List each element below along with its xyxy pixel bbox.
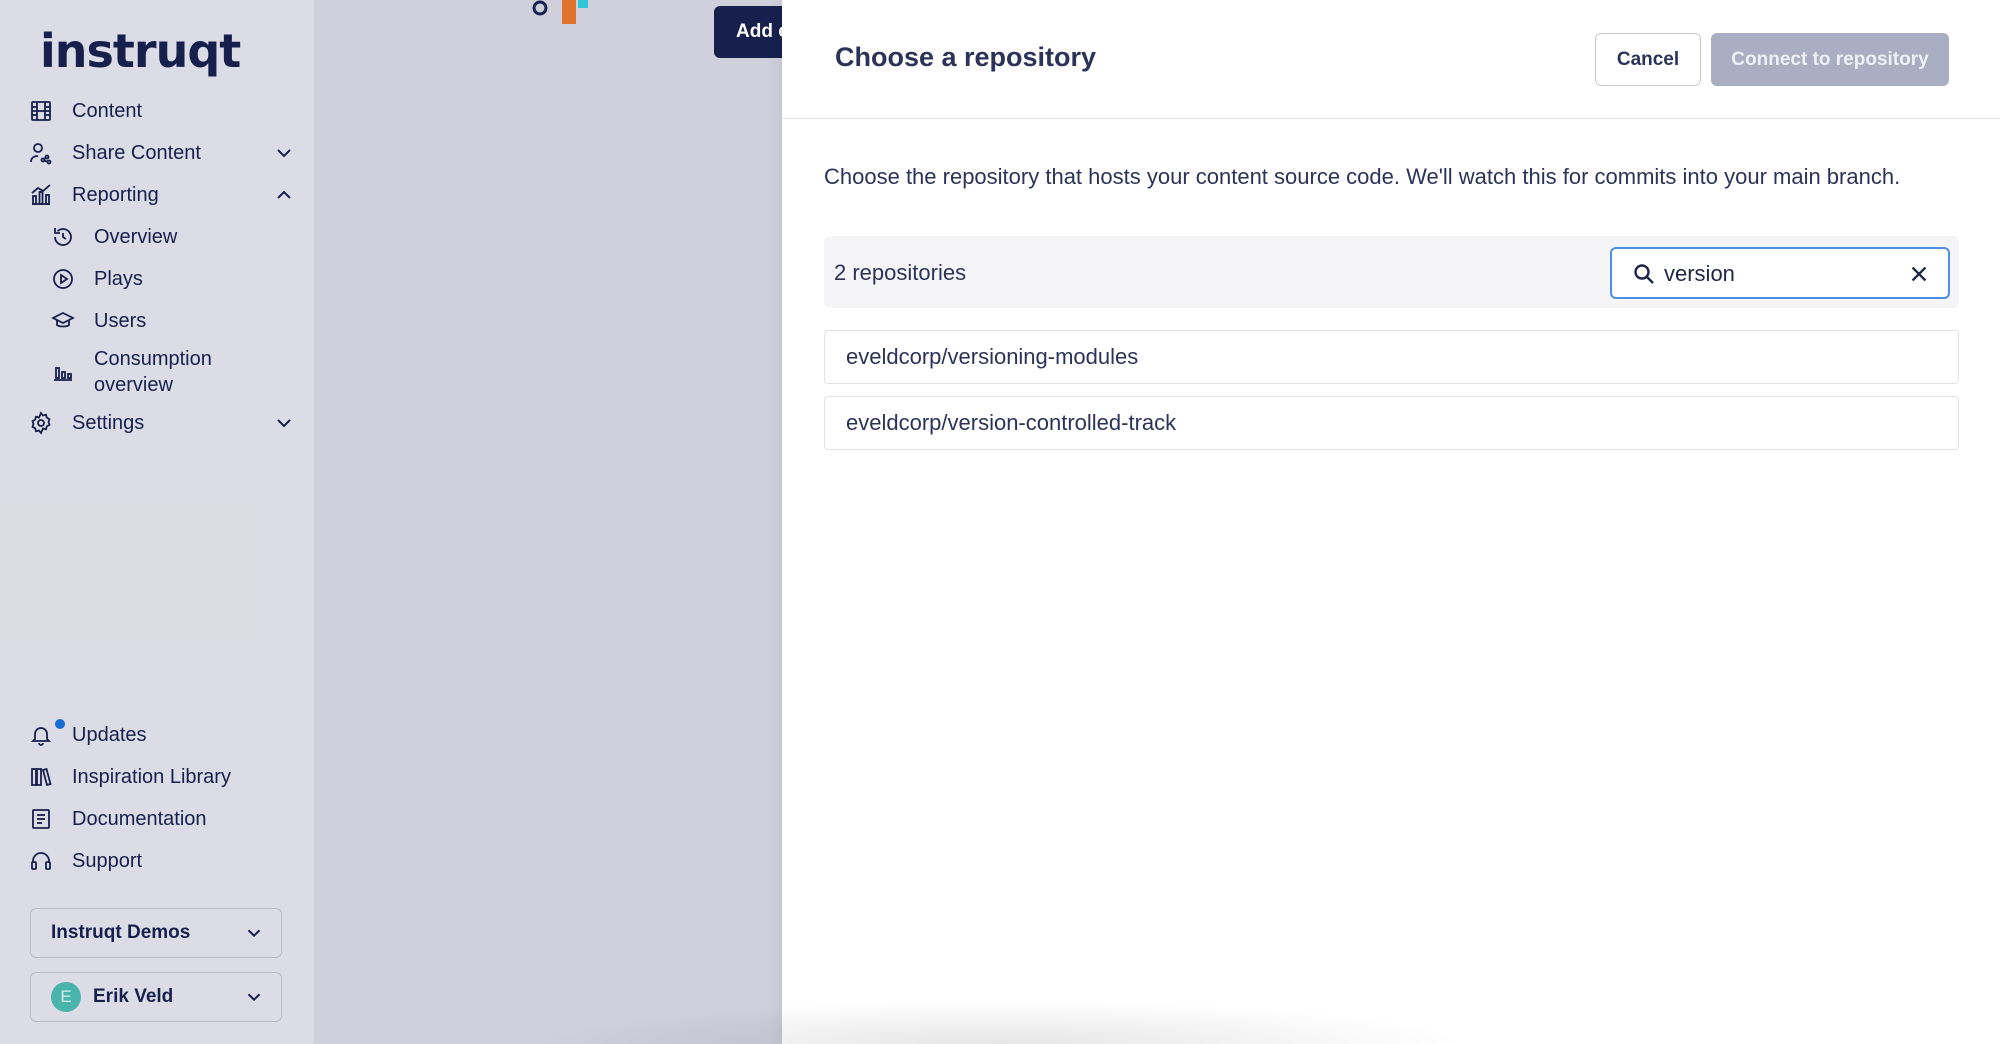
graduation-cap-icon: [50, 308, 76, 334]
notification-dot: [55, 719, 65, 729]
sidebar-item-label: Overview: [94, 225, 178, 248]
label-line-2: overview: [94, 374, 173, 396]
chevron-down-icon[interactable]: [272, 141, 296, 165]
list-item[interactable]: eveldcorp/versioning-modules: [824, 330, 1959, 384]
sidebar-item-label: Inspiration Library: [72, 765, 231, 788]
label-line-1: Consumption: [94, 348, 212, 370]
gear-icon: [28, 410, 54, 436]
sidebar-item-support[interactable]: Support: [28, 840, 296, 882]
sidebar-item-label: Reporting: [72, 183, 159, 206]
bar-chart-icon: [50, 359, 76, 385]
share-user-icon: [28, 140, 54, 166]
repository-filter-bar: 2 repositories: [824, 236, 1959, 308]
app-root: instruqt Content Share Content Reporting…: [0, 0, 2000, 1044]
search-icon: [1632, 262, 1656, 286]
chevron-down-icon[interactable]: [272, 411, 296, 435]
sidebar-item-label: Settings: [72, 411, 145, 434]
sidebar-item-share-content[interactable]: Share Content: [28, 132, 296, 174]
choose-repository-drawer: Choose a repository Cancel Connect to re…: [782, 0, 2000, 1044]
connect-to-repository-button[interactable]: Connect to repository: [1711, 33, 1949, 86]
decorative-illustration: [532, 0, 588, 24]
chart-icon: [28, 182, 54, 208]
search-input[interactable]: [1664, 259, 1894, 289]
sidebar-item-consumption-overview[interactable]: Consumption overview: [50, 342, 296, 402]
sidebar-nav: Content Share Content Reporting Overview…: [28, 90, 296, 444]
sidebar-item-label: Consumption overview: [94, 346, 212, 398]
sidebar-item-documentation[interactable]: Documentation: [28, 798, 296, 840]
sidebar-item-label: Share Content: [72, 141, 201, 164]
chevron-down-icon: [243, 922, 265, 944]
sidebar-item-content[interactable]: Content: [28, 90, 296, 132]
sidebar-item-label: Plays: [94, 267, 143, 290]
organization-name: Instruqt Demos: [51, 922, 191, 943]
main-backdrop[interactable]: [314, 0, 782, 1044]
sidebar: instruqt Content Share Content Reporting…: [0, 0, 314, 1044]
sidebar-item-label: Support: [72, 849, 143, 872]
avatar: E: [51, 982, 81, 1012]
search-field[interactable]: [1610, 247, 1950, 299]
history-icon: [50, 224, 76, 250]
sidebar-item-label: Content: [72, 99, 143, 122]
repository-count: 2 repositories: [834, 260, 967, 285]
drawer-title: Choose a repository: [835, 42, 1097, 72]
drawer-header: Choose a repository Cancel Connect to re…: [782, 0, 2000, 119]
repository-list: eveldcorp/versioning-modules eveldcorp/v…: [824, 330, 1959, 462]
film-icon: [28, 98, 54, 124]
sidebar-item-inspiration-library[interactable]: Inspiration Library: [28, 756, 296, 798]
headset-icon: [28, 848, 54, 874]
sidebar-item-overview[interactable]: Overview: [50, 216, 296, 258]
user-menu[interactable]: E Erik Veld: [30, 972, 282, 1022]
library-icon: [28, 764, 54, 790]
organization-select[interactable]: Instruqt Demos: [30, 908, 282, 958]
sidebar-bottom-nav: Updates Inspiration Library Documentatio…: [28, 714, 296, 882]
play-circle-icon: [50, 266, 76, 292]
bell-icon: [28, 722, 54, 748]
sidebar-item-reporting[interactable]: Reporting: [28, 174, 296, 216]
sidebar-item-label: Users: [94, 309, 147, 332]
sidebar-item-updates[interactable]: Updates: [28, 714, 296, 756]
sidebar-item-plays[interactable]: Plays: [50, 258, 296, 300]
reporting-submenu: Overview Plays Users Consumption overvie…: [28, 216, 296, 402]
user-name: Erik Veld: [93, 986, 174, 1007]
document-icon: [28, 806, 54, 832]
cancel-button[interactable]: Cancel: [1595, 33, 1701, 86]
close-icon[interactable]: [1908, 263, 1930, 285]
list-item[interactable]: eveldcorp/version-controlled-track: [824, 396, 1959, 450]
chevron-down-icon: [243, 986, 265, 1008]
drawer-description: Choose the repository that hosts your co…: [824, 164, 1901, 189]
chevron-up-icon[interactable]: [272, 183, 296, 207]
sidebar-item-label: Updates: [72, 723, 147, 746]
instruqt-logo[interactable]: instruqt: [40, 24, 241, 78]
sidebar-item-users[interactable]: Users: [50, 300, 296, 342]
sidebar-item-settings[interactable]: Settings: [28, 402, 296, 444]
sidebar-item-label: Documentation: [72, 807, 207, 830]
